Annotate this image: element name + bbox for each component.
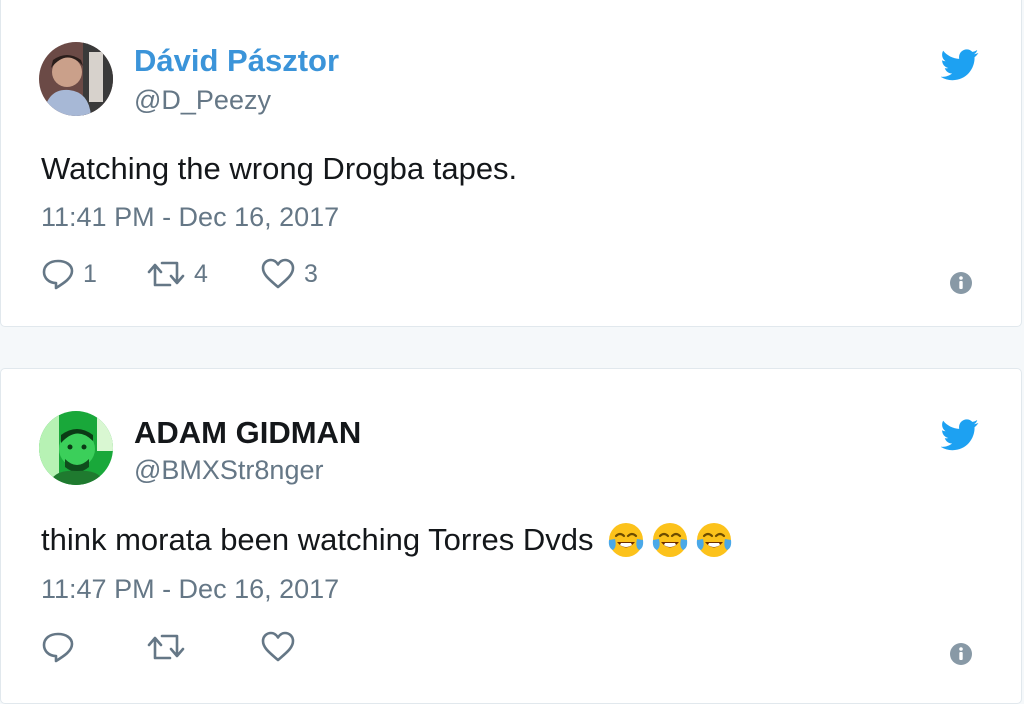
tweet-actions: 1 4 3 xyxy=(41,258,340,290)
tweet-timestamp[interactable]: 11:41 PM - Dec 16, 2017 xyxy=(41,201,339,233)
heart-icon xyxy=(261,631,295,662)
tweet-text: Watching the wrong Drogba tapes. xyxy=(41,151,518,186)
retweet-button[interactable]: 4 xyxy=(146,258,260,290)
like-button[interactable]: 3 xyxy=(260,258,340,290)
display-name[interactable]: ADAM GIDMAN xyxy=(134,415,361,451)
reply-button[interactable] xyxy=(41,631,146,663)
tweet-text: think morata been watching Torres Dvds xyxy=(41,520,734,560)
face-with-tears-of-joy-icon xyxy=(652,523,687,557)
retweet-count: 4 xyxy=(194,260,208,288)
like-count: 3 xyxy=(304,260,318,288)
twitter-bird-icon[interactable] xyxy=(941,419,979,451)
display-name[interactable]: Dávid Pásztor xyxy=(134,43,339,79)
reply-count: 1 xyxy=(83,260,97,288)
tweet-timestamp[interactable]: 11:47 PM - Dec 16, 2017 xyxy=(41,573,339,605)
user-handle[interactable]: @D_Peezy xyxy=(134,84,271,116)
like-button[interactable] xyxy=(260,631,340,663)
retweet-button[interactable] xyxy=(146,631,260,663)
info-icon[interactable] xyxy=(949,271,973,295)
emoji-group xyxy=(606,520,734,560)
tweet-card[interactable]: ADAM GIDMAN @BMXStr8nger think morata be… xyxy=(0,368,1022,704)
user-handle[interactable]: @BMXStr8nger xyxy=(134,454,323,486)
tweet-card[interactable]: Dávid Pásztor @D_Peezy Watching the wron… xyxy=(0,0,1022,327)
reply-icon xyxy=(42,259,74,290)
info-icon[interactable] xyxy=(949,642,973,666)
heart-icon xyxy=(261,258,295,289)
avatar[interactable] xyxy=(39,411,113,485)
retweet-icon xyxy=(147,261,185,287)
tweet-actions xyxy=(41,631,340,663)
tweet-text-body: think morata been watching Torres Dvds xyxy=(41,522,594,557)
face-with-tears-of-joy-icon xyxy=(696,523,731,557)
reply-button[interactable]: 1 xyxy=(41,258,146,290)
reply-icon xyxy=(42,632,74,663)
avatar[interactable] xyxy=(39,42,113,116)
face-with-tears-of-joy-icon xyxy=(608,523,643,557)
twitter-bird-icon[interactable] xyxy=(941,49,979,81)
retweet-icon xyxy=(147,634,185,660)
